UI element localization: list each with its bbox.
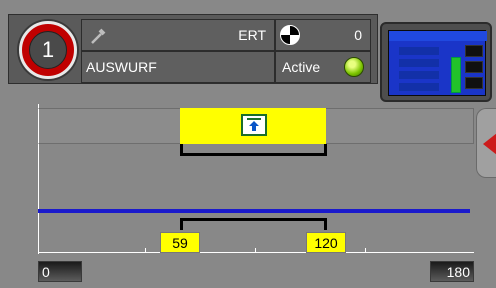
status-led-icon [344, 57, 364, 77]
station-badge[interactable]: 1 [19, 21, 77, 79]
status-cell: Active [275, 51, 371, 83]
thumbnail-level-bar [451, 57, 461, 93]
side-nav-tab[interactable] [476, 108, 496, 178]
program-name: AUSWURF [86, 59, 157, 75]
eject-up-icon[interactable] [241, 114, 267, 136]
signal-line [38, 209, 470, 213]
thumbnail-row [399, 59, 439, 67]
counter-cell: 0 [275, 19, 371, 51]
station-number: 1 [29, 31, 67, 69]
tool-label: ERT [238, 27, 266, 43]
thumbnail-button [465, 77, 483, 89]
end-marker[interactable]: 120 [306, 232, 346, 253]
scale-line [38, 252, 474, 253]
segment-bracket-top [180, 144, 327, 156]
segment-bracket-bottom [180, 218, 327, 230]
thumbnail-screen [388, 30, 487, 96]
machine-panel: 1 ERT 0 AUSWURF Active 59 120 0 180 [0, 0, 496, 288]
thumbnail-button [465, 45, 483, 57]
thumbnail-button [465, 61, 483, 73]
scale-tick [255, 248, 256, 252]
thumbnail-row [399, 71, 439, 79]
wrench-icon [91, 28, 106, 44]
station-header: 1 ERT 0 AUSWURF Active [8, 14, 378, 84]
tool-cell: ERT [81, 19, 275, 51]
thumbnail-row [399, 47, 439, 55]
scale-tick [145, 248, 146, 252]
cycle-icon [280, 25, 300, 45]
program-cell[interactable]: AUSWURF [81, 51, 275, 83]
start-marker[interactable]: 59 [160, 232, 200, 253]
counter-value: 0 [354, 27, 362, 43]
status-text: Active [282, 59, 321, 75]
scale-max-field[interactable]: 180 [430, 261, 474, 282]
thumbnail-row [399, 83, 439, 91]
screen-thumbnail[interactable] [380, 22, 492, 102]
chevron-left-icon [483, 133, 496, 155]
thumbnail-titlebar [389, 31, 487, 41]
scale-tick [365, 248, 366, 252]
scale-min-field[interactable]: 0 [38, 261, 82, 282]
arrow-up-icon [247, 118, 261, 131]
